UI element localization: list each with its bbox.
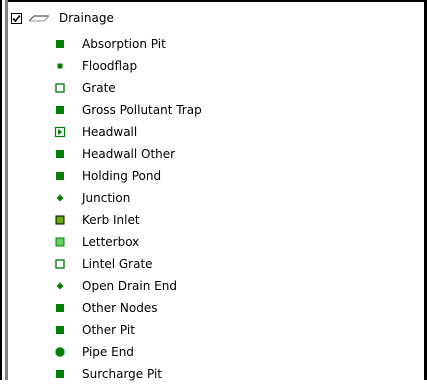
diamond-symbol-icon bbox=[56, 194, 64, 202]
layer-row-drainage[interactable]: Drainage bbox=[11, 7, 114, 29]
hollow-square-symbol-icon bbox=[55, 83, 65, 93]
filled-square-symbol-icon bbox=[56, 40, 64, 48]
legend-item-label: Headwall bbox=[82, 125, 138, 139]
legend-item-label: Kerb Inlet bbox=[82, 213, 140, 227]
legend-item-label: Other Nodes bbox=[82, 301, 158, 315]
legend-item[interactable]: Other Pit bbox=[0, 319, 380, 341]
checkmark-icon bbox=[12, 14, 21, 22]
legend-item-label: Junction bbox=[82, 191, 131, 205]
headwall-square-symbol-icon bbox=[54, 126, 66, 138]
legend-item[interactable]: Surcharge Pit bbox=[0, 363, 380, 385]
line-layer-icon bbox=[28, 15, 50, 22]
legend-item-label: Lintel Grate bbox=[82, 257, 153, 271]
filled-square-symbol-icon bbox=[56, 304, 64, 312]
legend-item-label: Gross Pollutant Trap bbox=[82, 103, 202, 117]
small-filled-square-symbol-icon bbox=[57, 63, 63, 69]
filled-square-symbol-icon bbox=[56, 106, 64, 114]
legend-item-label: Floodflap bbox=[82, 59, 138, 73]
legend-item[interactable]: Gross Pollutant Trap bbox=[0, 99, 380, 121]
legend-item[interactable]: Absorption Pit bbox=[0, 33, 380, 55]
legend-item[interactable]: Floodflap bbox=[0, 55, 380, 77]
legend-item-label: Surcharge Pit bbox=[82, 367, 162, 381]
legend-item-label: Open Drain End bbox=[82, 279, 177, 293]
octagon-symbol-icon bbox=[55, 347, 65, 357]
legend-item-label: Absorption Pit bbox=[82, 37, 166, 51]
filled-square-symbol-icon bbox=[56, 370, 64, 378]
bordered-square-symbol-icon bbox=[55, 215, 65, 225]
layer-label: Drainage bbox=[59, 11, 114, 25]
legend-item[interactable]: Pipe End bbox=[0, 341, 380, 363]
legend-item[interactable]: Headwall Other bbox=[0, 143, 380, 165]
legend-item[interactable]: Lintel Grate bbox=[0, 253, 380, 275]
legend-item-label: Holding Pond bbox=[82, 169, 162, 183]
legend-item-label: Pipe End bbox=[82, 345, 134, 359]
legend-item[interactable]: Holding Pond bbox=[0, 165, 380, 187]
layer-visibility-checkbox[interactable] bbox=[11, 12, 22, 24]
legend-item[interactable]: Letterbox bbox=[0, 231, 380, 253]
diamond-symbol-icon bbox=[56, 282, 64, 290]
panel-border-top bbox=[0, 0, 427, 2]
legend-item[interactable]: Junction bbox=[0, 187, 380, 209]
legend-item-label: Letterbox bbox=[82, 235, 140, 249]
legend-item[interactable]: Grate bbox=[0, 77, 380, 99]
filled-square-symbol-icon bbox=[56, 172, 64, 180]
hollow-square-symbol-icon bbox=[55, 259, 65, 269]
legend-item-label: Grate bbox=[82, 81, 116, 95]
legend-panel: Drainage Absorption Pit Floodflap Grate Gro… bbox=[0, 0, 427, 381]
legend-item[interactable]: Kerb Inlet bbox=[0, 209, 380, 231]
legend-item-label: Headwall Other bbox=[82, 147, 176, 161]
legend-item[interactable]: Other Nodes bbox=[0, 297, 380, 319]
legend-item-label: Other Pit bbox=[82, 323, 135, 337]
filled-square-symbol-icon bbox=[56, 326, 64, 334]
light-square-symbol-icon bbox=[55, 237, 65, 247]
legend-item[interactable]: Headwall bbox=[0, 121, 380, 143]
legend-item[interactable]: Open Drain End bbox=[0, 275, 380, 297]
filled-square-symbol-icon bbox=[56, 150, 64, 158]
